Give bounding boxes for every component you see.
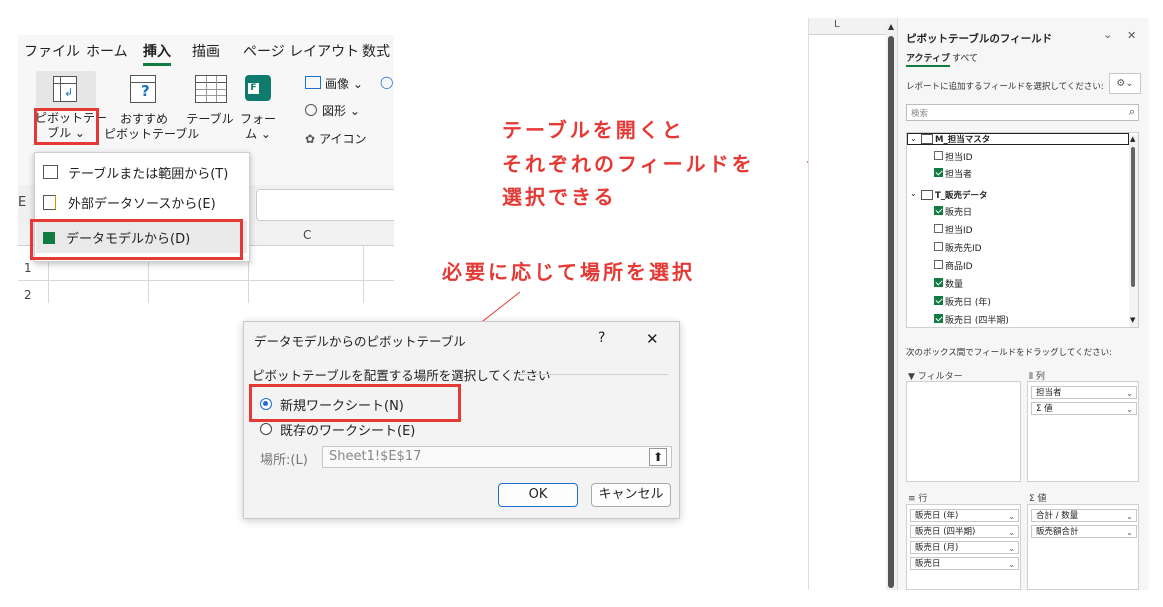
column-header-l[interactable]: L — [834, 19, 840, 30]
field-hanbaisaki-id[interactable]: 販売先ID — [945, 241, 982, 254]
field-shohin-id[interactable]: 商品ID — [945, 259, 973, 272]
column-header-row-right — [809, 18, 887, 35]
values-item-sum-quantity[interactable]: 合計 / 数量 ⌄ — [1031, 509, 1137, 522]
ok-button[interactable]: OK — [498, 483, 578, 507]
collapse-dialog-icon[interactable]: ⬆ — [649, 448, 667, 466]
values-title: Σ 値 — [1029, 494, 1047, 504]
radio-existing-worksheet-label[interactable]: 既存のワークシート(E) — [280, 420, 415, 439]
values-area[interactable]: 合計 / 数量 ⌄ 販売額合計 ⌄ — [1027, 504, 1139, 590]
chevron-down-icon: ⌄ — [1126, 389, 1133, 398]
field-tantosha[interactable]: 担当者 — [945, 167, 972, 180]
field-tanto-id-2[interactable]: 担当ID — [945, 223, 973, 236]
pane-instruction: レポートに追加するフィールドを選択してください: — [906, 82, 1104, 92]
pivot-fields-pane: ピボットテーブルのフィールド ⌄ ✕ アクティブ すべて レポートに追加するフィ… — [897, 18, 1149, 590]
worksheet-right: L — [808, 18, 887, 590]
chevron-down-icon: ⌄ — [1008, 560, 1015, 569]
chevron-down-icon: ⌄ — [1008, 512, 1015, 521]
help-button[interactable]: ? — [598, 330, 605, 346]
checkbox-tantosha[interactable] — [934, 168, 943, 177]
field-list-scrollbar[interactable]: ▲ ▼ — [1129, 135, 1138, 327]
rows-area[interactable]: 販売日 (年) ⌄ 販売日 (四半期) ⌄ 販売日 (月) ⌄ 販売日 ⌄ — [906, 504, 1021, 590]
dialog-prompt: ピボットテーブルを配置する場所を選択してください — [252, 368, 551, 383]
collapse-icon[interactable]: ⌄ — [910, 134, 917, 143]
chevron-down-icon: ⌄ — [1008, 528, 1015, 537]
values-item-sales-total[interactable]: 販売額合計 ⌄ — [1031, 525, 1137, 538]
field-suryo[interactable]: 数量 — [945, 277, 963, 290]
checkbox-hanbaibi-quarter[interactable] — [934, 314, 943, 323]
checkbox-hanbaisaki-id[interactable] — [934, 242, 943, 251]
rows-item-date[interactable]: 販売日 ⌄ — [910, 557, 1019, 570]
collapse-icon[interactable]: ⌄ — [910, 189, 917, 198]
vertical-scrollbar[interactable] — [886, 18, 897, 590]
search-input[interactable]: 検索 ⌕ — [906, 104, 1139, 121]
drag-hint: 次のボックス間でフィールドをドラッグしてください: — [906, 348, 1112, 358]
highlight-new-worksheet — [249, 384, 461, 422]
table-icon — [921, 190, 933, 200]
chevron-down-icon: ⌄ — [1126, 512, 1133, 521]
location-label: 場所:(L) — [260, 453, 308, 468]
gear-icon[interactable]: ⚙⌄ — [1109, 73, 1141, 94]
table-name-hanbai[interactable]: T_販売データ — [935, 189, 988, 201]
location-value: Sheet1!$E$17 — [329, 449, 422, 464]
chevron-down-icon: ⌄ — [1126, 528, 1133, 537]
checkbox-suryo[interactable] — [934, 278, 943, 287]
tab-active[interactable]: アクティブ — [906, 51, 951, 67]
field-scroll-thumb[interactable] — [1131, 147, 1135, 287]
checkbox-hanbaibi[interactable] — [934, 206, 943, 215]
columns-area[interactable]: 担当者 ⌄ Σ 値 ⌄ — [1027, 381, 1139, 482]
checkbox-shohin-id[interactable] — [934, 260, 943, 269]
field-hanbaibi-quarter[interactable]: 販売日 (四半期) — [945, 313, 1009, 326]
location-field[interactable]: Sheet1!$E$17 ⬆ — [322, 446, 672, 468]
scroll-down-icon[interactable]: ▼ — [1130, 316, 1135, 324]
rows-item-month[interactable]: 販売日 (月) ⌄ — [910, 541, 1019, 554]
checkbox-tanto-id[interactable] — [934, 151, 943, 160]
divider — [520, 374, 668, 375]
rows-title: ≡ 行 — [908, 494, 928, 504]
columns-item-values[interactable]: Σ 値 ⌄ — [1031, 402, 1137, 415]
scroll-up-icon[interactable] — [888, 24, 894, 30]
rows-icon: ≡ — [908, 494, 919, 504]
checkbox-hanbaibi-year[interactable] — [934, 296, 943, 305]
field-hanbaibi[interactable]: 販売日 — [945, 205, 972, 218]
dialog-title: データモデルからのピボットテーブル — [254, 334, 466, 349]
filters-area[interactable] — [906, 381, 1021, 482]
radio-existing-worksheet[interactable] — [260, 423, 272, 435]
search-icon: ⌕ — [1128, 105, 1135, 118]
columns-item-tantosha[interactable]: 担当者 ⌄ — [1031, 386, 1137, 399]
scroll-thumb[interactable] — [888, 36, 894, 588]
checkbox-tanto-id-2[interactable] — [934, 224, 943, 233]
scroll-up-icon[interactable]: ▲ — [1130, 135, 1135, 143]
chevron-down-icon: ⌄ — [1126, 405, 1133, 414]
pane-options-chevron-icon[interactable]: ⌄ — [1103, 28, 1112, 41]
pane-close-icon[interactable]: ✕ — [1127, 29, 1136, 42]
chevron-down-icon: ⌄ — [1008, 544, 1015, 553]
cancel-button[interactable]: キャンセル — [591, 483, 671, 507]
pane-title: ピボットテーブルのフィールド — [906, 33, 1053, 45]
tab-all[interactable]: すべて — [952, 51, 978, 64]
pivot-from-data-model-dialog: データモデルからのピボットテーブル ? ✕ ピボットテーブルを配置する場所を選択… — [243, 321, 680, 519]
table-name-tanto[interactable]: M_担当マスタ — [935, 133, 990, 145]
search-placeholder: 検索 — [911, 109, 929, 119]
field-tanto-id[interactable]: 担当ID — [945, 150, 973, 163]
field-list: ⌄ M_担当マスタ 担当ID 担当者 ⌄ T_販売データ 販売日 担当ID 販売… — [906, 132, 1139, 328]
table-icon — [921, 134, 933, 144]
field-hanbaibi-year[interactable]: 販売日 (年) — [945, 295, 991, 308]
close-button[interactable]: ✕ — [646, 330, 659, 348]
rows-item-year[interactable]: 販売日 (年) ⌄ — [910, 509, 1019, 522]
rows-item-quarter[interactable]: 販売日 (四半期) ⌄ — [910, 525, 1019, 538]
